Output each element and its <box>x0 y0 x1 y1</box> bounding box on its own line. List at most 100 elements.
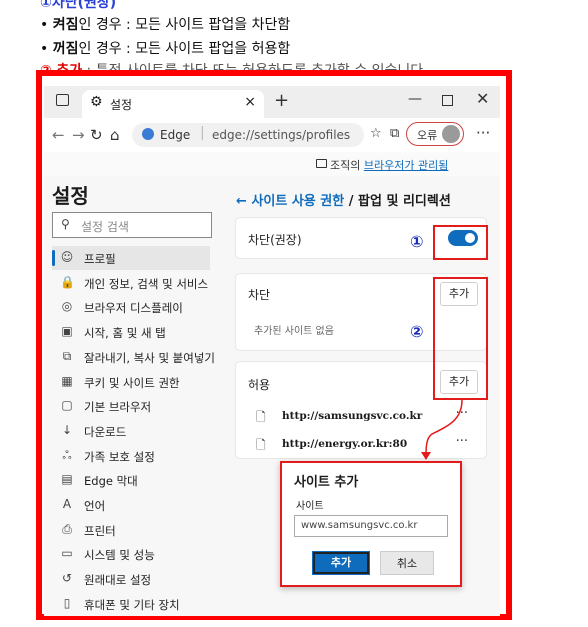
sidebar-item-label: 다운로드 <box>84 424 127 439</box>
profile-error-button[interactable]: 오류 <box>406 122 464 146</box>
managed-text: 조직의 브라우저가 관리됨 <box>330 157 448 173</box>
block-toggle-label: 차단(권장) <box>248 233 302 247</box>
sidebar-item-icon: ஃ <box>62 447 72 462</box>
maximize-icon[interactable] <box>442 95 453 106</box>
site-input[interactable]: www.samsungsvc.co.kr <box>294 515 448 537</box>
allow-section-title: 허용 <box>248 378 271 392</box>
sidebar-item-icon: A <box>62 497 72 511</box>
forward-icon[interactable]: → <box>72 126 85 144</box>
block-section-title: 차단 <box>248 288 271 302</box>
sidebar-item-label: 잘라내기, 복사 및 붙여넣기 <box>84 350 216 365</box>
sidebar-item[interactable]: ▦ 쿠키 및 사이트 권한 <box>52 370 210 394</box>
toolbar: ← → ↻ ⌂ Edge | edge://settings/profiles … <box>44 118 500 153</box>
back-arrow-icon[interactable]: ← <box>236 194 247 209</box>
sidebar-item-label: 쿠키 및 사이트 권한 <box>84 375 180 390</box>
search-input[interactable]: ⚲ 설정 검색 <box>52 212 212 238</box>
doc-heading: ①차단(권장) <box>40 0 116 12</box>
favorite-add-icon[interactable]: ☆ <box>370 126 382 141</box>
doc-line-off: • 꺼짐인 경우 : 모든 사이트 팝업을 허용함 <box>40 41 291 57</box>
sidebar-item[interactable]: ⎙ 프린터 <box>52 518 210 542</box>
back-icon[interactable]: ← <box>52 126 65 144</box>
dialog-field-label: 사이트 <box>296 501 324 512</box>
title-bar: ⚙ 설정 × + — ✕ <box>44 86 500 118</box>
managed-prefix: 조직의 <box>330 159 364 172</box>
sidebar-item-icon: 🔒 <box>60 274 75 289</box>
add-site-dialog: 사이트 추가 사이트 www.samsungsvc.co.kr 추가 취소 <box>280 461 462 587</box>
file-icon: 🗋 <box>256 410 266 424</box>
sidebar-item-icon: ▦ <box>61 373 73 388</box>
annotation-arrow <box>421 399 463 460</box>
sidebar-item[interactable]: ↺ 원래대로 설정 <box>52 567 210 591</box>
doc-line-on: • 켜짐인 경우 : 모든 사이트 팝업을 차단함 <box>40 17 291 33</box>
breadcrumb-link[interactable]: 사이트 사용 권한 <box>251 194 344 209</box>
sidebar-item[interactable]: ☺ 프로필 <box>52 246 210 270</box>
address-url: edge://settings/profiles <box>212 128 351 142</box>
dialog-add-button[interactable]: 추가 <box>312 551 370 575</box>
sidebar-item-icon: ⧉ <box>62 348 72 363</box>
doc-heading-text: 차단(권장) <box>51 0 117 11</box>
sidebar-item[interactable]: ▢ 기본 브라우저 <box>52 394 210 418</box>
menu-more-icon[interactable]: ··· <box>476 124 490 142</box>
sidebar-item[interactable]: 🔒 개인 정보, 검색 및 서비스 <box>52 271 210 295</box>
breadcrumb-separator: / <box>348 194 354 209</box>
profile-error-label: 오류 <box>417 129 438 142</box>
tab-settings[interactable]: ⚙ 설정 × <box>82 90 264 118</box>
sidebar-item[interactable]: ஃ 가족 보호 설정 <box>52 444 210 468</box>
annotation-badge-1: ① <box>410 232 424 251</box>
sidebar-item-label: 가족 보호 설정 <box>84 449 155 464</box>
close-icon[interactable]: × <box>244 94 256 110</box>
managed-link[interactable]: 브라우저가 관리됨 <box>364 159 448 172</box>
doc-on-text: 인 경우 : 모든 사이트 팝업을 차단함 <box>78 17 291 33</box>
new-tab-icon[interactable]: + <box>274 90 289 111</box>
collections-icon[interactable]: ⧉ <box>390 126 399 141</box>
sidebar-item-label: 시작, 홈 및 새 탭 <box>84 326 166 341</box>
sidebar-item[interactable]: ⧉ 잘라내기, 복사 및 붙여넣기 <box>52 345 215 369</box>
tab-label: 설정 <box>110 98 133 112</box>
page-title: 팝업 및 리디렉션 <box>358 194 451 209</box>
sidebar-item-icon: ↓ <box>61 422 73 437</box>
sidebar-item-icon: ▤ <box>61 472 73 487</box>
sidebar-item[interactable]: ▣ 시작, 홈 및 새 탭 <box>52 320 210 344</box>
annotation-badge-2: ② <box>410 322 424 341</box>
doc-heading-number: ① <box>40 0 52 11</box>
sidebar-item-icon: ⎙ <box>62 521 72 536</box>
sidebar-item[interactable]: ↓ 다운로드 <box>52 419 210 443</box>
sidebar-item[interactable]: ◎ 브라우저 디스플레이 <box>52 295 210 319</box>
dialog-title: 사이트 추가 <box>294 475 359 490</box>
sidebar-item-label: 언어 <box>84 499 106 513</box>
sidebar-item[interactable]: ▤ Edge 막대 <box>52 468 210 492</box>
search-icon: ⚲ <box>61 217 70 231</box>
block-empty-text: 추가된 사이트 없음 <box>254 326 334 337</box>
doc-off-text: 인 경우 : 모든 사이트 팝업을 허용함 <box>78 41 291 57</box>
sidebar-item-label: 프로필 <box>84 252 116 266</box>
allowed-site-url: http://energy.or.kr:80 <box>282 438 408 450</box>
doc-on-bold: 켜짐 <box>52 17 79 33</box>
window-close-icon[interactable]: ✕ <box>476 89 489 108</box>
sidebar-title: 설정 <box>52 184 89 208</box>
briefcase-icon <box>316 159 327 168</box>
sidebar-item-label: Edge 막대 <box>84 474 138 489</box>
annotation-toggle-box <box>433 225 488 260</box>
managed-banner: 조직의 브라우저가 관리됨 <box>44 152 500 177</box>
sidebar-item[interactable]: A 언어 <box>52 493 210 517</box>
tab-actions-icon[interactable] <box>56 94 69 106</box>
refresh-icon[interactable]: ↻ <box>90 126 103 144</box>
sidebar-item-icon: ▯ <box>63 595 71 610</box>
sidebar-item[interactable]: ▯ 휴대폰 및 기타 장치 <box>52 592 210 616</box>
sidebar-item-label: 프린터 <box>84 523 116 538</box>
minimize-icon[interactable]: — <box>408 91 422 107</box>
address-bar[interactable]: Edge | edge://settings/profiles <box>132 123 364 147</box>
site-input-value: www.samsungsvc.co.kr <box>301 520 418 531</box>
sidebar-item-icon: ☺ <box>60 250 74 264</box>
sidebar-item-label: 개인 정보, 검색 및 서비스 <box>84 276 209 291</box>
file-icon: 🗋 <box>256 438 266 452</box>
sidebar-item-icon: ▢ <box>61 398 73 413</box>
sidebar-item-icon: ◎ <box>61 299 73 314</box>
dialog-cancel-button[interactable]: 취소 <box>380 551 434 575</box>
sidebar-item[interactable]: ▭ 시스템 및 성능 <box>52 542 210 566</box>
home-icon[interactable]: ⌂ <box>110 126 120 144</box>
sidebar-item-label: 기본 브라우저 <box>84 400 152 415</box>
sidebar-item-label: 브라우저 디스플레이 <box>84 301 183 316</box>
sidebar-item-icon: ↺ <box>61 571 73 586</box>
sidebar-item-icon: ▭ <box>61 546 73 561</box>
